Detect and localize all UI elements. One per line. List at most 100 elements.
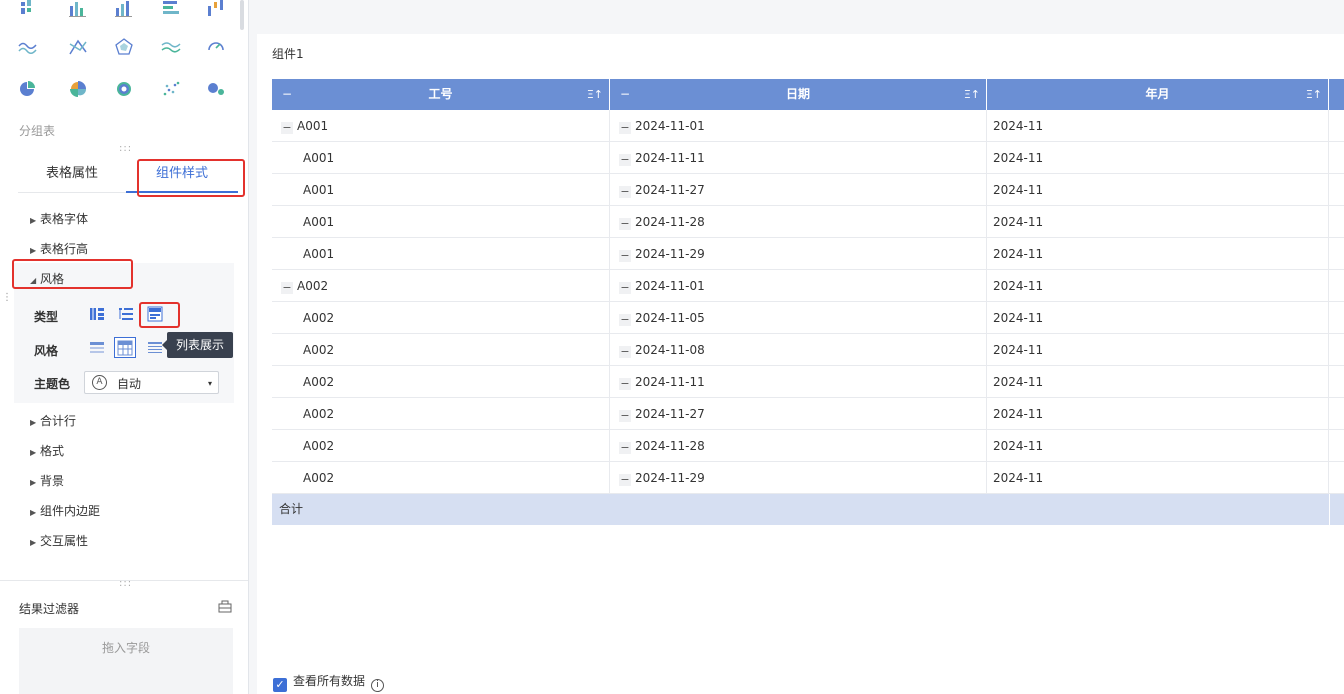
tree-table-icon[interactable]: [118, 306, 134, 322]
table-row[interactable]: A001−2024-11-11 2024-11: [272, 142, 1344, 174]
table-row[interactable]: A001−2024-11-27 2024-11: [272, 174, 1344, 206]
striped-style-icon[interactable]: [89, 340, 105, 356]
cell-gonghao: − A002: [272, 270, 610, 302]
scatter-grid-icon[interactable]: [18, 0, 38, 18]
theme-label: 主题色: [34, 377, 71, 391]
prop-table-row-height[interactable]: ▶ 表格行高: [30, 240, 88, 257]
cell-date: −2024-11-28: [610, 206, 987, 238]
collapse-icon[interactable]: −: [619, 442, 631, 454]
type-label: 类型: [34, 310, 59, 324]
collapse-icon[interactable]: −: [619, 314, 631, 326]
collapse-icon[interactable]: −: [619, 250, 631, 262]
header-yearmonth[interactable]: 年月 Ξ↑: [987, 79, 1329, 110]
table-row[interactable]: A001−2024-11-28 2024-11: [272, 206, 1344, 238]
bubble-chart-icon[interactable]: [206, 80, 226, 98]
resize-handle-icon[interactable]: ⋮: [2, 293, 12, 303]
cell-text: A002: [303, 407, 335, 421]
prop-background[interactable]: ▶ 背景: [30, 472, 64, 489]
horizontal-bar-icon[interactable]: [161, 0, 181, 18]
theme-select[interactable]: A 自动 ▾: [84, 371, 219, 394]
range-bar-icon[interactable]: [206, 0, 226, 18]
cell-text: 2024-11-29: [635, 471, 705, 485]
prop-format[interactable]: ▶ 格式: [30, 442, 64, 459]
cell-gonghao: A001: [272, 174, 610, 206]
sort-icon[interactable]: Ξ↑: [1306, 79, 1322, 110]
drag-handle-icon[interactable]: :::: [119, 144, 132, 154]
info-icon[interactable]: i: [371, 679, 385, 692]
toolbox-icon[interactable]: [218, 600, 232, 613]
view-all-label: 查看所有数据: [293, 674, 366, 688]
gauge-icon[interactable]: [206, 38, 226, 56]
cell-gonghao: − A001: [272, 110, 610, 142]
bordered-style-icon[interactable]: [114, 337, 136, 358]
table-row[interactable]: A002−2024-11-28 2024-11: [272, 430, 1344, 462]
sort-icon[interactable]: Ξ↑: [587, 79, 603, 110]
tab-table-props[interactable]: 表格属性: [18, 158, 126, 193]
scatter-plot-icon[interactable]: [161, 80, 181, 98]
cell-text: 2024-11-28: [635, 439, 705, 453]
prop-padding[interactable]: ▶ 组件内边距: [30, 502, 100, 519]
cell-yearmonth: 2024-11: [987, 398, 1329, 430]
collapse-icon[interactable]: −: [281, 122, 293, 134]
cell-yearmonth: 2024-11: [987, 270, 1329, 302]
cell-text: 2024-11-05: [635, 311, 705, 325]
radar-icon[interactable]: [114, 38, 134, 56]
grid-style-icon[interactable]: [147, 340, 163, 356]
collapse-icon[interactable]: −: [619, 218, 631, 230]
pie-chart-icon[interactable]: [18, 80, 38, 98]
checkbox-checked-icon[interactable]: ✓: [273, 678, 287, 692]
sort-icon[interactable]: Ξ↑: [964, 79, 980, 110]
table-row[interactable]: − A001−2024-11-01 2024-11: [272, 110, 1344, 142]
table-row[interactable]: − A002−2024-11-01 2024-11: [272, 270, 1344, 302]
field-dropzone[interactable]: 拖入字段: [19, 628, 233, 694]
header-gonghao[interactable]: − 工号 Ξ↑: [272, 79, 610, 110]
cross-line-icon[interactable]: [68, 38, 88, 56]
header-date[interactable]: − 日期 Ξ↑: [610, 79, 987, 110]
highlight-box-tab: [137, 159, 245, 197]
total-label: 合计: [279, 502, 304, 516]
cell-text: 2024-11-01: [635, 279, 705, 293]
auto-color-icon: A: [92, 375, 107, 390]
drag-handle-icon[interactable]: :::: [119, 579, 132, 589]
grouped-bar-icon[interactable]: [114, 0, 134, 18]
collapse-icon[interactable]: −: [619, 346, 631, 358]
table-row[interactable]: A002−2024-11-05 2024-11: [272, 302, 1344, 334]
bar-chart-icon[interactable]: [68, 0, 88, 18]
collapse-icon[interactable]: −: [619, 410, 631, 422]
scrollbar-thumb[interactable]: [240, 0, 244, 30]
table-row[interactable]: A002 −2024-11-27 2024-11: [272, 398, 1344, 430]
prop-table-font[interactable]: ▶ 表格字体: [30, 210, 88, 227]
collapse-icon[interactable]: −: [619, 474, 631, 486]
donut-chart-icon[interactable]: [114, 80, 134, 98]
cell-text: 2024-11-27: [635, 183, 705, 197]
table-row[interactable]: A002−2024-11-08 2024-11: [272, 334, 1344, 366]
collapse-icon[interactable]: −: [619, 122, 631, 134]
collapse-icon[interactable]: −: [619, 186, 631, 198]
view-all-data[interactable]: ✓ 查看所有数据 i: [273, 672, 385, 692]
cell-text: 2024-11-11: [635, 375, 705, 389]
table-header: − 工号 Ξ↑ − 日期 Ξ↑ 年月 Ξ↑: [272, 79, 1344, 110]
cell-date: −2024-11-29: [610, 238, 987, 270]
table-row[interactable]: A001−2024-11-29 2024-11: [272, 238, 1344, 270]
rose-chart-icon[interactable]: [68, 80, 88, 98]
wave-line-icon[interactable]: [18, 38, 38, 56]
expand-arrow-icon: ▶: [30, 538, 37, 547]
prop-total-row[interactable]: ▶ 合计行: [30, 412, 76, 429]
grouped-table-icon[interactable]: [89, 306, 105, 322]
collapse-icon[interactable]: −: [619, 282, 631, 294]
cell-gonghao: A002: [272, 366, 610, 398]
table-row[interactable]: A002−2024-11-29 2024-11: [272, 462, 1344, 494]
collapse-icon[interactable]: −: [281, 282, 293, 294]
cell-text: A001: [297, 119, 329, 133]
cell-text: A002: [303, 343, 335, 357]
prop-interaction[interactable]: ▶ 交互属性: [30, 532, 88, 549]
style-label: 风格: [34, 344, 59, 358]
table-row[interactable]: A002−2024-11-11 2024-11: [272, 366, 1344, 398]
collapse-icon[interactable]: −: [619, 154, 631, 166]
cell-text: 2024-11-27: [635, 407, 705, 421]
collapse-icon[interactable]: −: [619, 378, 631, 390]
cell-text: A001: [303, 215, 335, 229]
cell-yearmonth: 2024-11: [987, 302, 1329, 334]
area-line-icon[interactable]: [161, 38, 181, 56]
cell-date: −2024-11-11: [610, 366, 987, 398]
